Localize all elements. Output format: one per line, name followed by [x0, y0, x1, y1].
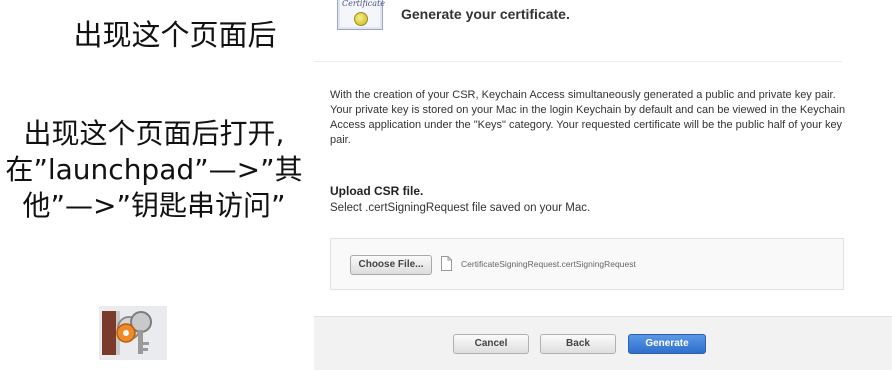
certificate-panel: Certificate Generate your certificate. W…	[314, 0, 892, 370]
cancel-button[interactable]: Cancel	[453, 334, 529, 354]
annotation-title: 出现这个页面后	[73, 18, 277, 52]
certificate-badge-text: Certificate	[342, 0, 385, 8]
footer-bar: Cancel Back Generate	[314, 316, 892, 370]
description-text: With the creation of your CSR, Keychain …	[330, 89, 846, 146]
back-button[interactable]: Back	[540, 334, 616, 354]
file-upload-area: Choose File... CertificateSigningRequest…	[330, 238, 844, 290]
upload-instructions: Select .certSigningRequest file saved on…	[330, 202, 591, 214]
upload-heading: Upload CSR file.	[330, 184, 424, 198]
generate-button[interactable]: Generate	[628, 334, 706, 354]
document-icon	[441, 256, 452, 271]
annotation-instructions: 出现这个页面后打开,在”launchpad”—>”其他”—>”钥匙串访问”	[5, 117, 303, 222]
selected-file-name: CertificateSigningRequest.certSigningReq…	[461, 259, 636, 269]
seal-icon	[354, 12, 368, 26]
keychain-access-icon[interactable]	[99, 306, 167, 360]
choose-file-button[interactable]: Choose File...	[350, 255, 432, 275]
certificate-badge-icon: Certificate	[337, 0, 385, 30]
page-title: Generate your certificate.	[401, 6, 570, 22]
divider	[314, 61, 842, 62]
